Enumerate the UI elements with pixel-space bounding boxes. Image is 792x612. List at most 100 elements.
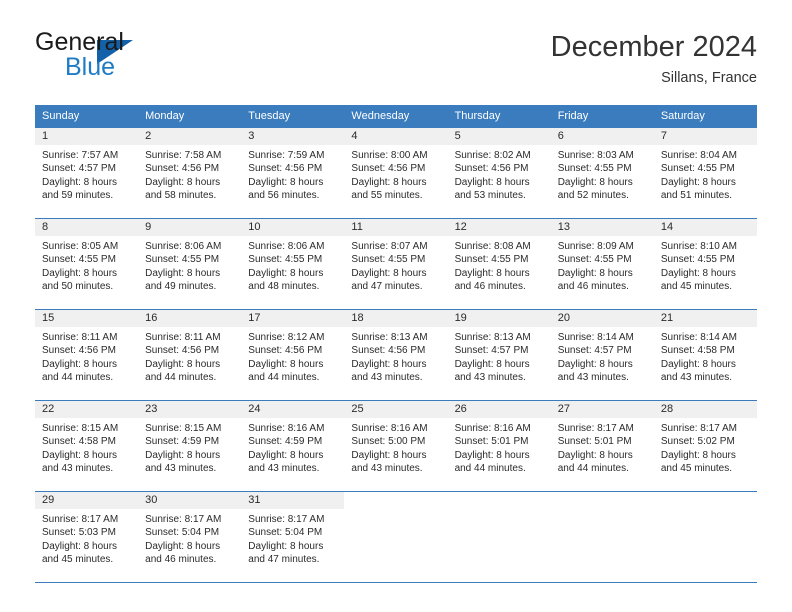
day-details: Sunrise: 8:06 AM Sunset: 4:55 PM Daylight:… [138, 236, 241, 294]
calendar-day-cell[interactable]: 13 Sunrise: 8:09 AM Sunset: 4:55 PM Dayligh… [550, 218, 654, 310]
day-daylight-line1-text: Daylight: 8 hours [351, 267, 427, 279]
calendar-day-cell[interactable]: 16 Sunrise: 8:11 AM Sunset: 4:56 PM Dayligh… [138, 309, 242, 401]
day-daylight-line1-text: Daylight: 8 hours [557, 449, 633, 461]
day-sunset-text: Sunset: 4:56 PM [454, 163, 529, 175]
day-sunrise-text: Sunrise: 7:59 AM [248, 150, 325, 161]
day-cell-inner: 11 Sunrise: 8:07 AM Sunset: 4:55 PM Dayligh… [344, 219, 448, 309]
calendar-day-cell[interactable]: 11 Sunrise: 8:07 AM Sunset: 4:55 PM Dayligh… [344, 218, 448, 310]
calendar-day-cell[interactable]: 17 Sunrise: 8:12 AM Sunset: 4:56 PM Dayligh… [241, 309, 345, 401]
calendar-page: General Blue December 2024 Sillans, Fran… [0, 0, 792, 612]
day-sunset-text: Sunset: 4:55 PM [557, 254, 632, 266]
day-daylight-line1-text: Daylight: 8 hours [454, 449, 530, 461]
calendar-day-cell[interactable]: 22 Sunrise: 8:15 AM Sunset: 4:58 PM Dayligh… [35, 400, 139, 492]
day-sunset-text: Sunset: 5:03 PM [42, 527, 116, 539]
calendar-day-cell[interactable]: 27 Sunrise: 8:17 AM Sunset: 5:01 PM Dayligh… [550, 400, 654, 492]
day-details: Sunrise: 8:17 AM Sunset: 5:03 PM Daylight:… [35, 509, 138, 567]
calendar-day-cell[interactable]: 3 Sunrise: 7:59 AM Sunset: 4:56 PM Daylight… [241, 128, 345, 219]
day-cell-inner: 1 Sunrise: 7:57 AM Sunset: 4:57 PM Daylight… [35, 128, 139, 218]
day-details: Sunrise: 8:14 AM Sunset: 4:57 PM Daylight:… [551, 327, 654, 385]
day-sunrise-text: Sunrise: 8:14 AM [557, 332, 634, 343]
calendar-day-cell[interactable]: 30 Sunrise: 8:17 AM Sunset: 5:04 PM Dayligh… [138, 491, 242, 583]
calendar-day-cell[interactable]: 2 Sunrise: 7:58 AM Sunset: 4:56 PM Daylight… [138, 128, 242, 219]
calendar-day-cell[interactable]: 21 Sunrise: 8:14 AM Sunset: 4:58 PM Dayligh… [653, 309, 757, 401]
weekday-header-friday: Friday [550, 105, 654, 128]
calendar-day-cell[interactable]: 31 Sunrise: 8:17 AM Sunset: 5:04 PM Dayligh… [241, 491, 345, 583]
calendar-bottom-rule-cell [138, 582, 242, 583]
day-cell-inner: 7 Sunrise: 8:04 AM Sunset: 4:55 PM Daylight… [653, 128, 757, 218]
day-cell-inner: 21 Sunrise: 8:14 AM Sunset: 4:58 PM Dayligh… [653, 310, 757, 400]
day-number: 2 [138, 128, 242, 145]
day-details: Sunrise: 8:04 AM Sunset: 4:55 PM Daylight:… [654, 145, 757, 203]
calendar-day-cell[interactable]: 9 Sunrise: 8:06 AM Sunset: 4:55 PM Daylight… [138, 218, 242, 310]
day-daylight-line2-text: and 52 minutes. [557, 190, 629, 202]
calendar-day-cell[interactable]: 1 Sunrise: 7:57 AM Sunset: 4:57 PM Daylight… [35, 128, 139, 219]
calendar-day-cell[interactable]: 14 Sunrise: 8:10 AM Sunset: 4:55 PM Dayligh… [653, 218, 757, 310]
day-cell-inner: 28 Sunrise: 8:17 AM Sunset: 5:02 PM Dayligh… [653, 401, 757, 491]
calendar-day-cell[interactable]: 29 Sunrise: 8:17 AM Sunset: 5:03 PM Dayligh… [35, 491, 139, 583]
calendar-bottom-rule-cell [550, 582, 654, 583]
day-details: Sunrise: 8:07 AM Sunset: 4:55 PM Daylight:… [344, 236, 447, 294]
day-daylight-line2-text: and 43 minutes. [145, 463, 217, 475]
calendar-day-cell[interactable]: 15 Sunrise: 8:11 AM Sunset: 4:56 PM Dayligh… [35, 309, 139, 401]
calendar-day-cell[interactable]: 28 Sunrise: 8:17 AM Sunset: 5:02 PM Dayligh… [653, 400, 757, 492]
day-cell-inner: 12 Sunrise: 8:08 AM Sunset: 4:55 PM Dayligh… [447, 219, 551, 309]
day-sunrise-text: Sunrise: 8:00 AM [351, 150, 428, 161]
day-number: 25 [344, 401, 448, 418]
day-sunrise-text: Sunrise: 8:10 AM [660, 241, 737, 252]
day-number: 19 [447, 310, 551, 327]
weekday-header-monday: Monday [138, 105, 242, 128]
day-cell-inner: 10 Sunrise: 8:06 AM Sunset: 4:55 PM Dayligh… [241, 219, 345, 309]
calendar-day-cell[interactable]: 12 Sunrise: 8:08 AM Sunset: 4:55 PM Dayligh… [447, 218, 551, 310]
weekday-header-thursday: Thursday [447, 105, 551, 128]
calendar-day-cell[interactable]: 20 Sunrise: 8:14 AM Sunset: 4:57 PM Dayligh… [550, 309, 654, 401]
calendar-day-cell[interactable]: 5 Sunrise: 8:02 AM Sunset: 4:56 PM Daylight… [447, 128, 551, 219]
day-cell-inner: 24 Sunrise: 8:16 AM Sunset: 4:59 PM Dayligh… [241, 401, 345, 491]
day-details: Sunrise: 8:12 AM Sunset: 4:56 PM Daylight:… [241, 327, 344, 385]
day-number: 21 [653, 310, 757, 327]
day-details: Sunrise: 8:15 AM Sunset: 4:58 PM Daylight:… [35, 418, 138, 476]
day-sunrise-text: Sunrise: 7:58 AM [145, 150, 222, 161]
brand-logo[interactable]: General Blue [35, 28, 235, 90]
day-number: 26 [447, 401, 551, 418]
calendar-day-cell[interactable]: 26 Sunrise: 8:16 AM Sunset: 5:01 PM Dayligh… [447, 400, 551, 492]
day-sunset-text: Sunset: 4:55 PM [660, 254, 735, 266]
calendar-day-cell[interactable]: 24 Sunrise: 8:16 AM Sunset: 4:59 PM Dayligh… [241, 400, 345, 492]
day-daylight-line2-text: and 43 minutes. [351, 463, 423, 475]
day-daylight-line1-text: Daylight: 8 hours [454, 358, 530, 370]
calendar-bottom-rule-cell [35, 582, 139, 583]
day-details: Sunrise: 8:13 AM Sunset: 4:57 PM Daylight:… [448, 327, 551, 385]
day-sunrise-text: Sunrise: 7:57 AM [42, 150, 119, 161]
calendar-day-cell[interactable]: 4 Sunrise: 8:00 AM Sunset: 4:56 PM Daylight… [344, 128, 448, 219]
day-daylight-line1-text: Daylight: 8 hours [660, 358, 736, 370]
day-cell-inner [448, 492, 551, 582]
day-daylight-line2-text: and 43 minutes. [660, 372, 733, 384]
title-block: December 2024 Sillans, France [551, 28, 757, 89]
calendar-day-cell[interactable]: 10 Sunrise: 8:06 AM Sunset: 4:55 PM Dayligh… [241, 218, 345, 310]
day-daylight-line2-text: and 43 minutes. [557, 372, 629, 384]
day-daylight-line2-text: and 48 minutes. [248, 281, 320, 293]
day-daylight-line2-text: and 53 minutes. [454, 190, 526, 202]
day-details [654, 509, 757, 513]
day-daylight-line1-text: Daylight: 8 hours [660, 267, 736, 279]
calendar-day-cell-empty [447, 491, 551, 583]
calendar-day-cell[interactable]: 8 Sunrise: 8:05 AM Sunset: 4:55 PM Daylight… [35, 218, 139, 310]
day-details: Sunrise: 8:17 AM Sunset: 5:01 PM Daylight:… [551, 418, 654, 476]
day-daylight-line1-text: Daylight: 8 hours [557, 176, 633, 188]
calendar-day-cell[interactable]: 6 Sunrise: 8:03 AM Sunset: 4:55 PM Daylight… [550, 128, 654, 219]
calendar-day-cell[interactable]: 7 Sunrise: 8:04 AM Sunset: 4:55 PM Daylight… [653, 128, 757, 219]
day-sunrise-text: Sunrise: 8:16 AM [454, 423, 531, 434]
day-number: 16 [138, 310, 242, 327]
calendar-day-cell[interactable]: 25 Sunrise: 8:16 AM Sunset: 5:00 PM Dayligh… [344, 400, 448, 492]
day-sunset-text: Sunset: 4:56 PM [42, 345, 116, 357]
day-sunset-text: Sunset: 4:55 PM [660, 163, 735, 175]
weekday-header-sunday: Sunday [35, 105, 139, 128]
day-details: Sunrise: 8:06 AM Sunset: 4:55 PM Daylight:… [241, 236, 344, 294]
day-number: 7 [653, 128, 757, 145]
calendar-day-cell[interactable]: 18 Sunrise: 8:13 AM Sunset: 4:56 PM Dayligh… [344, 309, 448, 401]
day-daylight-line2-text: and 43 minutes. [351, 372, 423, 384]
day-daylight-line1-text: Daylight: 8 hours [248, 449, 324, 461]
calendar-day-cell[interactable]: 19 Sunrise: 8:13 AM Sunset: 4:57 PM Dayligh… [447, 309, 551, 401]
calendar-day-cell[interactable]: 23 Sunrise: 8:15 AM Sunset: 4:59 PM Dayligh… [138, 400, 242, 492]
day-cell-inner: 15 Sunrise: 8:11 AM Sunset: 4:56 PM Dayligh… [35, 310, 139, 400]
day-daylight-line1-text: Daylight: 8 hours [557, 358, 633, 370]
